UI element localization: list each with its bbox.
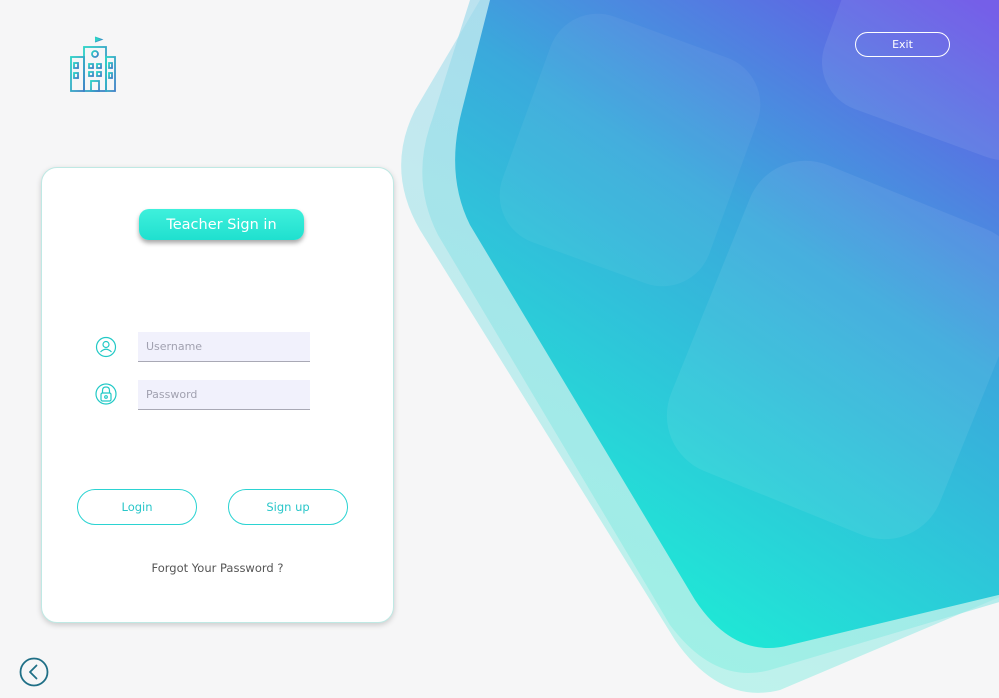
- exit-button[interactable]: Exit: [855, 32, 950, 57]
- forgot-password-link[interactable]: Forgot Your Password ?: [42, 561, 393, 575]
- chevron-left-circle-icon[interactable]: [19, 657, 49, 687]
- school-building-icon: [69, 36, 117, 92]
- login-card: Teacher Sign in Login Sign up Forgot You…: [41, 167, 394, 623]
- password-input[interactable]: [138, 380, 310, 410]
- page-title: Teacher Sign in: [139, 209, 304, 240]
- login-button[interactable]: Login: [77, 489, 197, 525]
- signup-button[interactable]: Sign up: [228, 489, 348, 525]
- user-icon: [95, 336, 117, 358]
- username-input[interactable]: [138, 332, 310, 362]
- lock-icon: [95, 383, 117, 405]
